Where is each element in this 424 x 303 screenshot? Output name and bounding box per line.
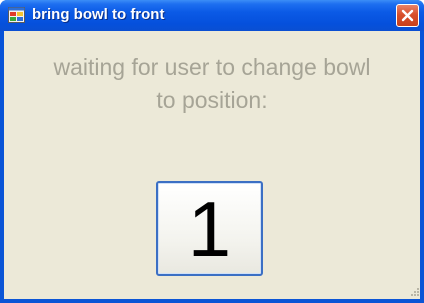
position-button[interactable]: 1 — [156, 181, 263, 276]
close-icon — [401, 9, 414, 22]
application-icon — [8, 7, 25, 23]
position-number: 1 — [187, 185, 232, 273]
dialog-window: bring bowl to front waiting for user to … — [0, 0, 424, 303]
dialog-client-area: waiting for user to change bowl to posit… — [4, 31, 420, 299]
title-bar[interactable]: bring bowl to front — [0, 0, 424, 31]
resize-grip-icon[interactable] — [408, 287, 420, 299]
status-message: waiting for user to change bowl to posit… — [4, 51, 420, 117]
status-message-line-2: to position: — [156, 87, 268, 113]
window-title: bring bowl to front — [32, 6, 165, 23]
status-message-line-1: waiting for user to change bowl — [53, 54, 371, 80]
close-button[interactable] — [396, 4, 419, 27]
